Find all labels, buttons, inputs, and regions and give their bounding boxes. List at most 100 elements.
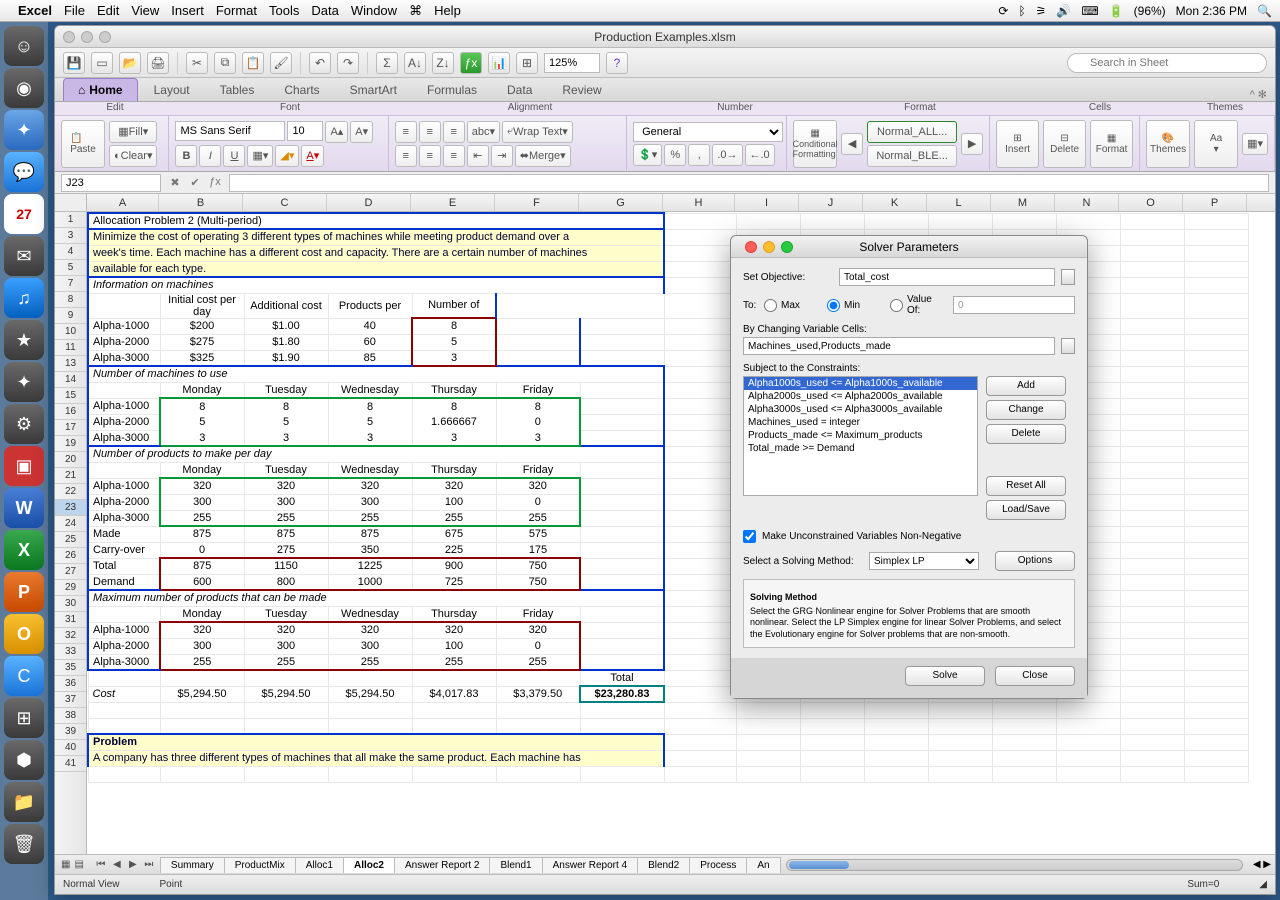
dock-app-icon[interactable]: ⚙ [4, 404, 44, 444]
font-name-combo[interactable] [175, 121, 285, 141]
row-header[interactable]: 20 [55, 452, 86, 468]
sheet-tab[interactable]: Blend1 [489, 857, 542, 873]
orientation-button[interactable]: abc▾ [467, 121, 500, 143]
window-titlebar[interactable]: Production Examples.xlsm [55, 26, 1275, 48]
border-button[interactable]: ▦▾ [247, 145, 273, 167]
dock-itunes-icon[interactable]: ♫ [4, 278, 44, 318]
load-save-button[interactable]: Load/Save [986, 500, 1066, 520]
sheet-tab[interactable]: ProductMix [224, 857, 296, 873]
open-button[interactable]: 📂 [119, 52, 141, 74]
constraint-item[interactable]: Alpha1000s_used <= Alpha1000s_available [744, 377, 977, 390]
dock-app-icon[interactable]: ★ [4, 320, 44, 360]
merge-button[interactable]: ⬌ Merge ▾ [515, 145, 571, 167]
row-header[interactable]: 23 [55, 500, 86, 516]
dock-powerpoint-icon[interactable]: P [4, 572, 44, 612]
ribbon-tab-tables[interactable]: Tables [206, 79, 269, 101]
solve-button[interactable]: Solve [905, 666, 985, 686]
wifi-icon[interactable]: ⚞ [1036, 4, 1047, 18]
row-header[interactable]: 16 [55, 404, 86, 420]
sheet-tab[interactable]: Blend2 [637, 857, 690, 873]
menu-tools[interactable]: Tools [269, 3, 299, 18]
dec-decimal-button[interactable]: ←.0 [745, 144, 775, 166]
row-header[interactable]: 19 [55, 436, 86, 452]
dock-app-icon[interactable]: ⬢ [4, 740, 44, 780]
print-button[interactable]: 🖨 [147, 52, 169, 74]
underline-button[interactable]: U [223, 145, 245, 167]
col-header[interactable]: K [863, 194, 927, 211]
fx-button[interactable]: ƒx [460, 52, 482, 74]
row-header[interactable]: 14 [55, 372, 86, 388]
grow-font-button[interactable]: A▴ [325, 121, 348, 143]
col-header[interactable]: B [159, 194, 243, 211]
row-header[interactable]: 1 [55, 212, 86, 228]
sheet-tab[interactable]: Alloc2 [343, 857, 395, 873]
radio-max[interactable]: Max [764, 299, 809, 312]
clock[interactable]: Mon 2:36 PM [1176, 4, 1247, 18]
currency-button[interactable]: 💲▾ [633, 144, 662, 166]
sort-asc-button[interactable]: A↓ [404, 52, 426, 74]
dock-word-icon[interactable]: W [4, 488, 44, 528]
row-header[interactable]: 38 [55, 708, 86, 724]
cancel-formula-icon[interactable]: ✖ [167, 176, 183, 189]
zoom-icon[interactable] [781, 241, 793, 253]
col-header[interactable]: P [1183, 194, 1247, 211]
app-name[interactable]: Excel [18, 3, 52, 18]
col-header[interactable]: L [927, 194, 991, 211]
reset-all-button[interactable]: Reset All [986, 476, 1066, 496]
tab-next-icon[interactable]: ▶ [126, 859, 140, 870]
method-select[interactable]: Simplex LP [869, 552, 979, 570]
clear-button[interactable]: ◐ Clear ▾ [109, 145, 157, 167]
help-button[interactable]: ? [606, 52, 628, 74]
cut-button[interactable]: ✂ [186, 52, 208, 74]
delete-constraint-button[interactable]: Delete [986, 424, 1066, 444]
new-button[interactable]: ▭ [91, 52, 113, 74]
ref-picker-icon[interactable] [1061, 269, 1075, 285]
sheet-tab[interactable]: Summary [160, 857, 225, 873]
sheet-tab[interactable]: Alloc1 [295, 857, 344, 873]
row-header[interactable]: 41 [55, 756, 86, 772]
paste-button[interactable]: 📋Paste [61, 120, 105, 168]
align-left-button[interactable]: ≡ [395, 145, 417, 167]
col-header[interactable]: H [663, 194, 735, 211]
horizontal-scrollbar[interactable] [786, 859, 1243, 871]
row-header[interactable]: 24 [55, 516, 86, 532]
sheet-tab[interactable]: Answer Report 4 [542, 857, 638, 873]
row-header[interactable]: 39 [55, 724, 86, 740]
copy-button[interactable]: ⧉ [214, 52, 236, 74]
dock-ical-icon[interactable]: 27 [4, 194, 44, 234]
minimize-icon[interactable] [763, 241, 775, 253]
conditional-formatting-button[interactable]: ▦Conditional Formatting [793, 120, 837, 168]
align-center-button[interactable]: ≡ [419, 145, 441, 167]
dock-finder-icon[interactable]: ☺ [4, 26, 44, 66]
select-all-corner[interactable] [55, 194, 87, 212]
constraint-item[interactable]: Total_made >= Demand [744, 442, 977, 455]
bluetooth-icon[interactable]: ᛒ [1018, 4, 1025, 18]
bold-button[interactable]: B [175, 145, 197, 167]
font-size-combo[interactable] [287, 121, 323, 141]
row-header[interactable]: 33 [55, 644, 86, 660]
row-header[interactable]: 30 [55, 596, 86, 612]
align-bot-button[interactable]: ≡ [443, 121, 465, 143]
constraint-item[interactable]: Machines_used = integer [744, 416, 977, 429]
enter-formula-icon[interactable]: ✔ [187, 176, 203, 189]
row-header[interactable]: 3 [55, 228, 86, 244]
view-normal-icon[interactable]: ▦ [61, 859, 70, 870]
valueof-input[interactable] [953, 296, 1075, 314]
number-format-combo[interactable]: General [633, 122, 783, 142]
dock-safari-icon[interactable]: ✦ [4, 110, 44, 150]
dialog-titlebar[interactable]: Solver Parameters [731, 236, 1087, 258]
col-header[interactable]: G [579, 194, 663, 211]
align-top-button[interactable]: ≡ [395, 121, 417, 143]
close-icon[interactable] [745, 241, 757, 253]
show-button[interactable]: ⊞ [516, 52, 538, 74]
col-header[interactable]: M [991, 194, 1055, 211]
row-header[interactable]: 4 [55, 244, 86, 260]
dock-app-icon[interactable]: C [4, 656, 44, 696]
volume-icon[interactable]: 🔊 [1056, 4, 1071, 18]
ribbon-tab-home[interactable]: ⌂Home [63, 78, 138, 101]
add-constraint-button[interactable]: Add [986, 376, 1066, 396]
ref-picker-icon[interactable] [1061, 338, 1075, 354]
menu-help[interactable]: Help [434, 3, 461, 18]
dock-mail-icon[interactable]: ✉ [4, 236, 44, 276]
fill-color-button[interactable]: ◢▾ [275, 145, 299, 167]
